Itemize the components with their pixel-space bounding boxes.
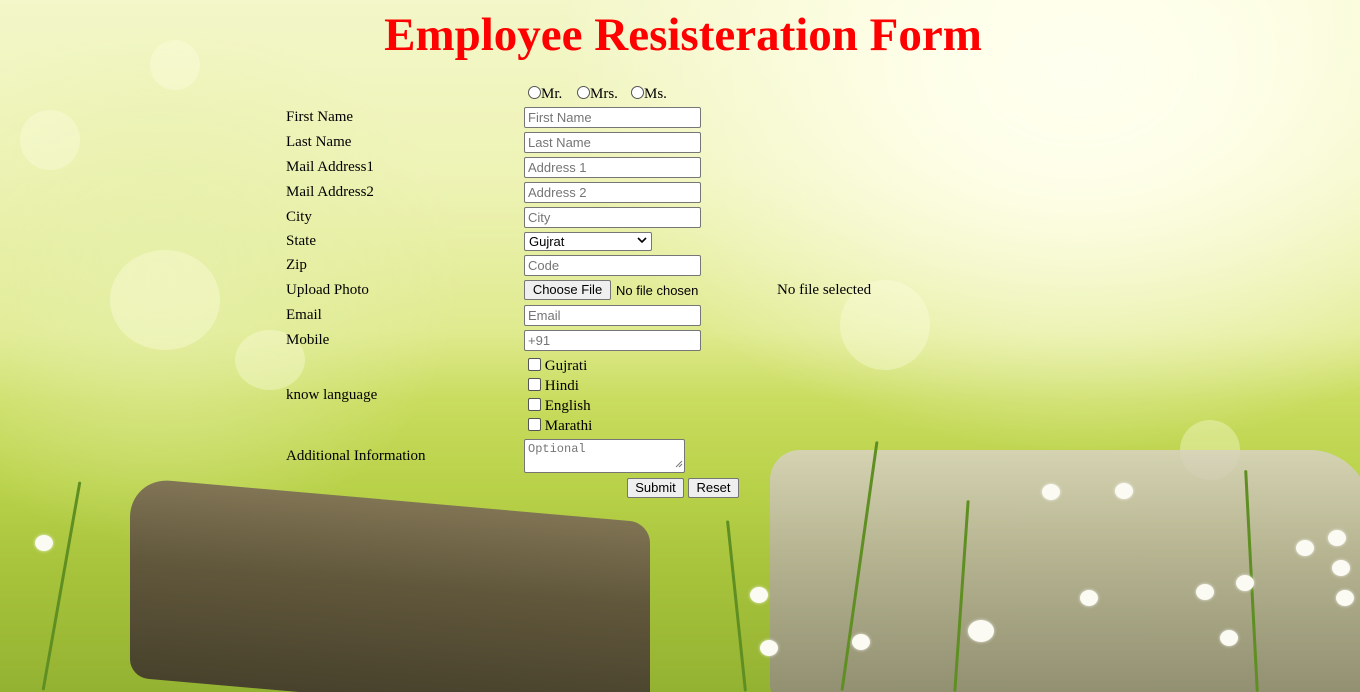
additional-info-textarea[interactable]: Optional (524, 439, 685, 473)
checkbox-marathi[interactable] (528, 418, 541, 431)
address2-input[interactable]: Address 2 (524, 182, 701, 203)
radio-ms-label: Ms. (644, 86, 667, 102)
radio-mrs[interactable] (577, 86, 590, 99)
zip-label: Zip (286, 257, 307, 273)
radio-option-mrs[interactable]: Mrs. (577, 85, 618, 103)
additional-info-label: Additional Information (286, 448, 426, 464)
resize-handle-icon[interactable] (675, 460, 683, 471)
city-input[interactable]: City (524, 207, 701, 228)
choose-file-button[interactable]: Choose File (524, 280, 611, 300)
checkbox-hindi[interactable] (528, 378, 541, 391)
chevron-down-icon (637, 234, 647, 251)
radio-mr[interactable] (528, 86, 541, 99)
email-input[interactable]: Email (524, 305, 701, 326)
checkbox-marathi-label: Marathi (544, 418, 593, 434)
checkbox-gujrati[interactable] (528, 358, 541, 371)
address2-label: Mail Address2 (286, 184, 374, 200)
address1-input[interactable]: Address 1 (524, 157, 701, 178)
last-name-label: Last Name (286, 134, 352, 150)
mobile-label: Mobile (286, 332, 330, 348)
state-selected-value: Gujrat (529, 234, 565, 249)
submit-button[interactable]: Submit (627, 478, 684, 498)
radio-mrs-label: Mrs. (590, 86, 618, 102)
address1-label: Mail Address1 (286, 159, 374, 175)
upload-photo-label: Upload Photo (286, 282, 369, 298)
state-select[interactable]: Gujrat (524, 232, 652, 251)
mobile-input[interactable]: +91 (524, 330, 701, 351)
last-name-input[interactable]: Last Name (524, 132, 701, 153)
city-label: City (286, 209, 312, 225)
radio-option-mr[interactable]: Mr. (528, 85, 562, 103)
radio-ms[interactable] (631, 86, 644, 99)
radio-mr-label: Mr. (541, 86, 563, 102)
first-name-input[interactable]: First Name (524, 107, 701, 128)
radio-option-ms[interactable]: Ms. (631, 85, 667, 103)
checkbox-gujrati-label: Gujrati (544, 358, 588, 374)
language-option-english[interactable]: English (528, 397, 591, 415)
checkbox-english-label: English (544, 398, 591, 414)
file-selected-note: No file selected (777, 282, 872, 298)
know-language-label: know language (286, 387, 378, 403)
state-label: State (286, 233, 316, 249)
file-chosen-status: No file chosen (616, 283, 699, 298)
checkbox-hindi-label: Hindi (544, 378, 579, 394)
employee-registration-form: Mr. Mrs. Ms. First Name First Name Last … (0, 0, 1360, 692)
reset-button[interactable]: Reset (688, 478, 739, 498)
checkbox-english[interactable] (528, 398, 541, 411)
language-option-marathi[interactable]: Marathi (528, 417, 592, 435)
email-label: Email (286, 307, 322, 323)
additional-info-placeholder: Optional (528, 442, 586, 456)
zip-input[interactable]: Code (524, 255, 701, 276)
language-option-gujrati[interactable]: Gujrati (528, 357, 587, 375)
language-option-hindi[interactable]: Hindi (528, 377, 579, 395)
first-name-label: First Name (286, 109, 354, 125)
